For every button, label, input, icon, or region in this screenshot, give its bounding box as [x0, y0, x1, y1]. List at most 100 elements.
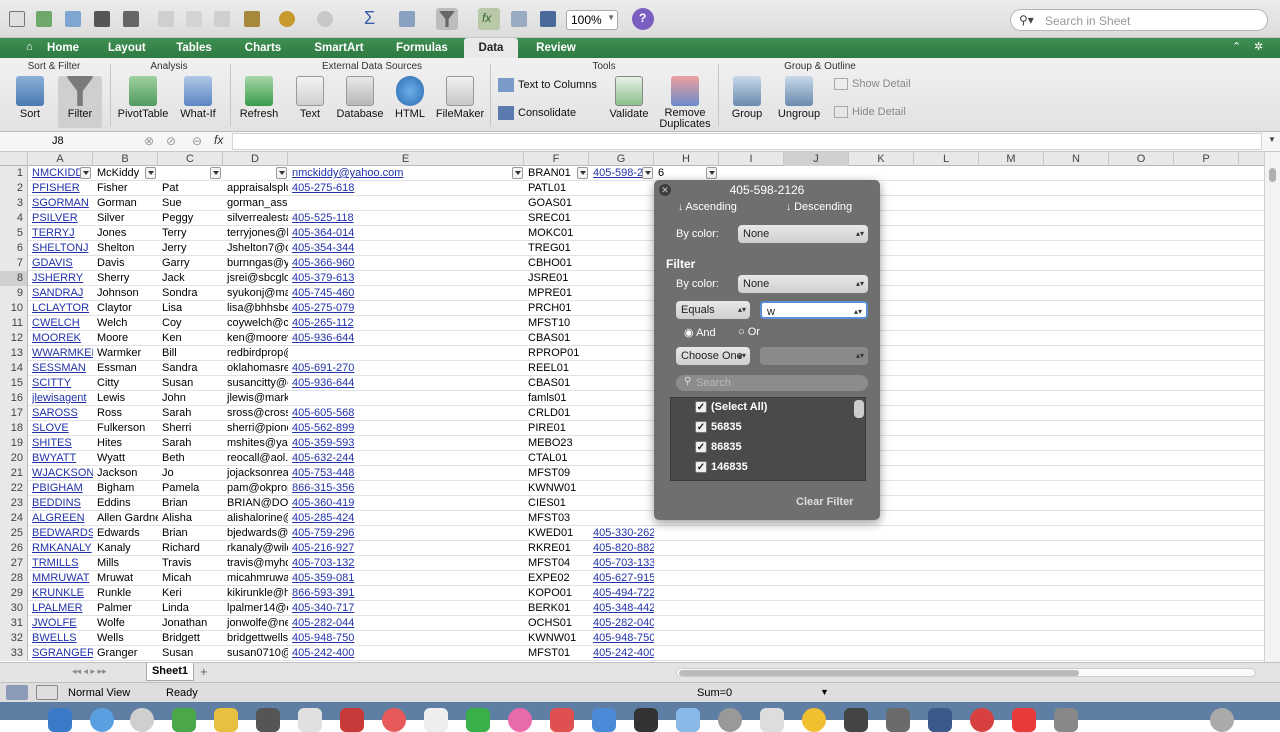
- table-cell[interactable]: PATL01: [526, 181, 589, 196]
- trash-icon[interactable]: [1210, 708, 1234, 732]
- text-to-columns-button[interactable]: Text to Columns: [498, 78, 602, 92]
- table-cell[interactable]: alishalorine@gmail.com: [225, 511, 288, 526]
- table-cell[interactable]: Jonathan: [160, 616, 223, 631]
- table-cell[interactable]: 405-364-014: [290, 226, 524, 241]
- insert-function-icon[interactable]: fx: [214, 133, 223, 147]
- undo-icon[interactable]: [276, 8, 298, 30]
- paste-icon[interactable]: [211, 8, 233, 30]
- table-cell[interactable]: [591, 406, 654, 421]
- app-icon[interactable]: [634, 708, 658, 732]
- table-cell[interactable]: Claytor: [95, 301, 158, 316]
- table-cell[interactable]: [591, 316, 654, 331]
- tab-formulas[interactable]: Formulas: [388, 38, 454, 58]
- table-cell[interactable]: famls01: [526, 391, 589, 406]
- table-cell[interactable]: Moore: [95, 331, 158, 346]
- table-cell[interactable]: [591, 496, 654, 511]
- row-header[interactable]: 6: [0, 241, 28, 256]
- table-cell[interactable]: Eddins: [95, 496, 158, 511]
- table-cell[interactable]: JWOLFE: [30, 616, 93, 631]
- table-cell[interactable]: SANDRAJ: [30, 286, 93, 301]
- table-cell[interactable]: 405-753-448: [290, 466, 524, 481]
- table-cell[interactable]: RPROP01: [526, 346, 589, 361]
- tab-data[interactable]: Data: [464, 38, 518, 58]
- help-icon[interactable]: ?: [632, 8, 654, 30]
- table-cell[interactable]: 405-242-400: [290, 646, 524, 661]
- app-icon[interactable]: [592, 708, 616, 732]
- filter-dropdown-icon[interactable]: [80, 167, 91, 179]
- table-cell[interactable]: Johnson: [95, 286, 158, 301]
- filter-dropdown-icon[interactable]: [210, 167, 221, 179]
- column-header[interactable]: H: [654, 152, 719, 166]
- table-cell[interactable]: 405-379-613: [290, 271, 524, 286]
- table-cell[interactable]: Alisha: [160, 511, 223, 526]
- column-header[interactable]: I: [719, 152, 784, 166]
- table-cell[interactable]: [591, 181, 654, 196]
- table-cell[interactable]: 405-275-079: [290, 301, 524, 316]
- table-cell[interactable]: oklahomasrealestate@gmail.com: [225, 361, 288, 376]
- table-cell[interactable]: [591, 511, 654, 526]
- table-cell[interactable]: jojacksonrealty@gmail.com: [225, 466, 288, 481]
- table-cell[interactable]: 405-282-044: [290, 616, 524, 631]
- table-cell[interactable]: 405-703-1333: [591, 556, 654, 571]
- app-icon[interactable]: [382, 708, 406, 732]
- sort-icon[interactable]: [396, 8, 418, 30]
- table-cell[interactable]: Brian: [160, 496, 223, 511]
- table-cell[interactable]: Sarah: [160, 406, 223, 421]
- table-cell[interactable]: CTAL01: [526, 451, 589, 466]
- table-cell[interactable]: 405-494-7222: [591, 586, 654, 601]
- app-icon[interactable]: [676, 708, 700, 732]
- finder-icon[interactable]: [48, 708, 72, 732]
- table-cell[interactable]: travis@myhomeokc.com: [225, 556, 288, 571]
- filter-dropdown-icon[interactable]: [145, 167, 156, 179]
- table-cell[interactable]: pam@okpropertynow.com: [225, 481, 288, 496]
- column-header[interactable]: C: [158, 152, 223, 166]
- app-icon[interactable]: [550, 708, 574, 732]
- table-cell[interactable]: CBAS01: [526, 376, 589, 391]
- row-header[interactable]: 20: [0, 451, 28, 466]
- table-cell[interactable]: 405-275-618: [290, 181, 524, 196]
- tab-charts[interactable]: Charts: [236, 38, 290, 58]
- table-cell[interactable]: 866-593-391: [290, 586, 524, 601]
- table-cell[interactable]: Kanaly: [95, 541, 158, 556]
- table-cell[interactable]: BWELLS: [30, 631, 93, 646]
- column-header[interactable]: K: [849, 152, 914, 166]
- table-cell[interactable]: MPRE01: [526, 286, 589, 301]
- list-item[interactable]: ✓ 146835: [671, 458, 851, 478]
- table-cell[interactable]: Linda: [160, 601, 223, 616]
- table-cell[interactable]: Jo: [160, 466, 223, 481]
- app-icon[interactable]: [1012, 708, 1036, 732]
- table-cell[interactable]: KOPO01: [526, 586, 589, 601]
- table-cell[interactable]: terryjones@kw.com: [225, 226, 288, 241]
- table-cell[interactable]: Hites: [95, 436, 158, 451]
- filter-toolbar-icon[interactable]: [436, 8, 458, 30]
- list-scrollbar[interactable]: [854, 400, 864, 418]
- table-cell[interactable]: Silver: [95, 211, 158, 226]
- table-cell[interactable]: [290, 346, 524, 361]
- group-button[interactable]: Group: [724, 76, 770, 120]
- condition-value-1-field[interactable]: w ▴▾: [760, 301, 868, 319]
- table-cell[interactable]: Sue: [160, 196, 223, 211]
- table-cell[interactable]: gorman_associates@sbcglobal.net: [225, 196, 288, 211]
- print-icon[interactable]: [120, 8, 142, 30]
- app-icon[interactable]: [1054, 708, 1078, 732]
- table-cell[interactable]: Garry: [160, 256, 223, 271]
- row-header[interactable]: 24: [0, 511, 28, 526]
- table-cell[interactable]: Keri: [160, 586, 223, 601]
- checkbox-checked-icon[interactable]: ✓: [695, 441, 707, 453]
- table-cell[interactable]: MFST09: [526, 466, 589, 481]
- table-cell[interactable]: PFISHER: [30, 181, 93, 196]
- table-cell[interactable]: Jones: [95, 226, 158, 241]
- table-cell[interactable]: LPALMER: [30, 601, 93, 616]
- table-cell[interactable]: [591, 361, 654, 376]
- format-painter-icon[interactable]: [241, 8, 263, 30]
- table-cell[interactable]: MFST04: [526, 556, 589, 571]
- table-cell[interactable]: 405-348-4422: [591, 601, 654, 616]
- table-cell[interactable]: Allen Gardne: [95, 511, 158, 526]
- table-cell[interactable]: [591, 466, 654, 481]
- table-cell[interactable]: PBIGHAM: [30, 481, 93, 496]
- table-cell[interactable]: Wolfe: [95, 616, 158, 631]
- tab-review[interactable]: Review: [528, 38, 584, 58]
- row-header[interactable]: 11: [0, 316, 28, 331]
- status-sum[interactable]: Sum=0: [697, 687, 732, 699]
- table-cell[interactable]: KWNW01: [526, 631, 589, 646]
